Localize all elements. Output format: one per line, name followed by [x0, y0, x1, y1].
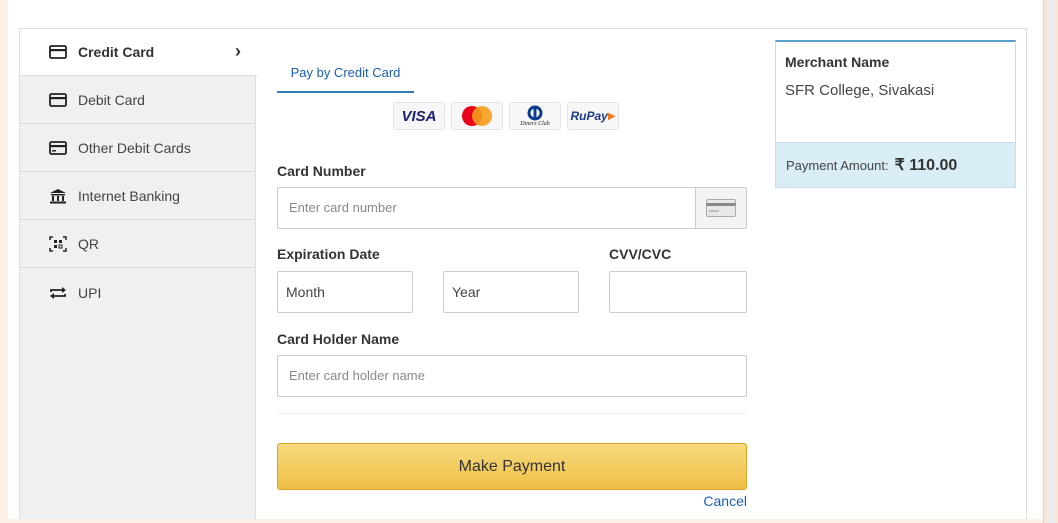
sidebar-item-other-debit-cards[interactable]: Other Debit Cards	[20, 125, 256, 172]
sidebar-item-qr[interactable]: QR	[20, 221, 256, 268]
rupay-logo-text: RuPay	[570, 109, 608, 123]
card-brand-logos: VISA Diners Club RuPay ▶	[393, 102, 619, 132]
bottom-border	[0, 519, 1043, 523]
tab-pay-by-credit-card[interactable]: Pay by Credit Card	[277, 55, 414, 93]
sidebar-item-label: Internet Banking	[78, 188, 180, 204]
month-select[interactable]: Month	[277, 271, 413, 313]
scrollbar-track[interactable]	[1047, 0, 1055, 523]
diners-club-text: Diners Club	[520, 121, 550, 127]
divider	[277, 413, 747, 414]
mastercard-logo	[451, 102, 503, 130]
sidebar-item-label: QR	[78, 236, 99, 252]
visa-logo: VISA	[393, 102, 445, 130]
year-placeholder: Year	[452, 284, 481, 300]
sidebar-item-label: Credit Card	[78, 44, 155, 60]
merchant-panel: Merchant Name SFR College, Sivakasi Paym…	[775, 40, 1016, 188]
merchant-name: SFR College, Sivakasi	[785, 82, 935, 99]
visa-logo-text: VISA	[401, 107, 437, 125]
cancel-link[interactable]: Cancel	[703, 493, 747, 509]
make-payment-button[interactable]: Make Payment	[277, 443, 747, 490]
card-number-placeholder: Enter card number	[289, 200, 397, 215]
card-holder-placeholder: Enter card holder name	[289, 368, 425, 383]
transfer-icon	[48, 285, 68, 301]
sidebar-item-label: UPI	[78, 284, 102, 301]
card-icon	[48, 92, 68, 108]
cvv-label: CVV/CVC	[609, 246, 672, 262]
card-number-label: Card Number	[277, 163, 366, 179]
payment-container: Credit Card › Debit Card Other Debit Car…	[19, 28, 1027, 523]
card-holder-name-input[interactable]: Enter card holder name	[277, 355, 747, 397]
payment-amount-value: ₹ 110.00	[894, 157, 958, 174]
rupay-arrow-icon: ▶	[607, 110, 616, 122]
card-holder-name-label: Card Holder Name	[277, 331, 400, 347]
expiration-date-label: Expiration Date	[277, 246, 380, 262]
month-placeholder: Month	[286, 284, 325, 300]
rupay-logo: RuPay ▶	[567, 102, 619, 130]
merchant-title: Merchant Name	[785, 54, 890, 70]
card-icon	[695, 188, 746, 228]
sidebar-item-debit-card[interactable]: Debit Card	[20, 77, 256, 124]
cvv-input[interactable]	[609, 271, 747, 313]
card-icon	[48, 44, 68, 60]
sidebar-item-label: Debit Card	[78, 92, 145, 108]
payment-methods-sidebar: Credit Card › Debit Card Other Debit Car…	[20, 29, 257, 523]
card-icon	[48, 140, 68, 156]
year-select[interactable]: Year	[443, 271, 579, 313]
card-number-input[interactable]: Enter card number	[277, 187, 747, 229]
sidebar-item-upi[interactable]: UPI	[20, 269, 256, 316]
payment-amount-label: Payment Amount:	[786, 157, 889, 173]
sidebar-item-internet-banking[interactable]: Internet Banking	[20, 173, 256, 220]
card-payment-form: Pay by Credit Card VISA Diners Club RuPa…	[277, 29, 747, 523]
sidebar-item-credit-card[interactable]: Credit Card ›	[20, 29, 257, 76]
payment-amount: Payment Amount: ₹ 110.00	[776, 142, 1015, 187]
sidebar-item-label: Other Debit Cards	[78, 140, 191, 156]
qr-icon	[48, 236, 68, 252]
chevron-right-icon: ›	[235, 41, 241, 61]
diners-club-logo: Diners Club	[509, 102, 561, 130]
scrollbar[interactable]	[1043, 0, 1058, 523]
bank-icon	[48, 188, 68, 204]
